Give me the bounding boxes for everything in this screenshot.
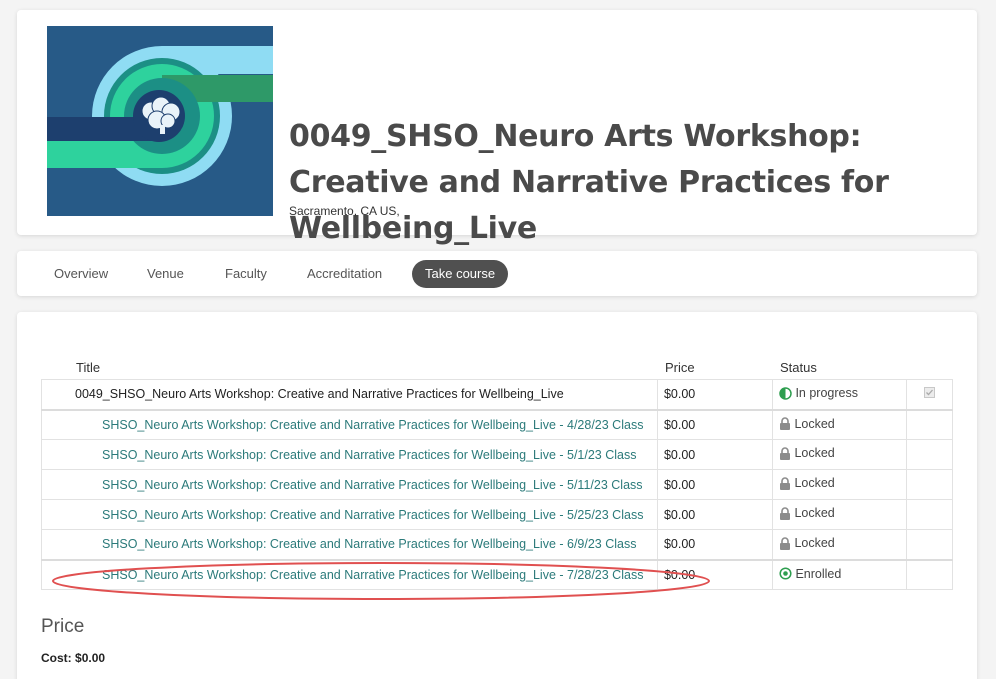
table-row: SHSO_Neuro Arts Workshop: Creative and N… xyxy=(41,409,953,440)
tab-accreditation[interactable]: Accreditation xyxy=(294,260,395,288)
tab-faculty[interactable]: Faculty xyxy=(212,260,280,288)
status-label: Locked xyxy=(794,506,835,521)
table-row: SHSO_Neuro Arts Workshop: Creative and N… xyxy=(41,469,953,500)
lock-icon xyxy=(780,536,791,550)
table-row: SHSO_Neuro Arts Workshop: Creative and N… xyxy=(41,558,953,590)
class-price: $0.00 xyxy=(656,558,774,590)
status-label: Locked xyxy=(794,446,835,461)
lock-icon xyxy=(780,447,791,460)
class-link[interactable]: SHSO_Neuro Arts Workshop: Creative and N… xyxy=(102,478,643,492)
column-header-status: Status xyxy=(780,360,817,375)
status-label: Locked xyxy=(794,416,835,431)
cost-label: Cost: xyxy=(41,651,72,665)
lock-icon xyxy=(780,507,791,520)
cost-value: $0.00 xyxy=(75,651,106,665)
checkbox-icon xyxy=(924,387,936,399)
class-price: $0.00 xyxy=(656,469,774,500)
table-row: SHSO_Neuro Arts Workshop: Creative and N… xyxy=(41,499,953,530)
course-tabs: Overview Venue Faculty Accreditation Tak… xyxy=(17,251,977,296)
course-header: 0049_SHSO_Neuro Arts Workshop: Creative … xyxy=(17,10,977,246)
lock-icon xyxy=(780,417,791,430)
table-row-parent: 0049_SHSO_Neuro Arts Workshop: Creative … xyxy=(41,379,953,411)
class-price: $0.00 xyxy=(656,529,774,560)
class-price: $0.00 xyxy=(656,499,774,530)
class-price: $0.00 xyxy=(656,409,774,440)
course-title: 0049_SHSO_Neuro Arts Workshop: Creative … xyxy=(289,119,889,246)
parent-course-status: In progress xyxy=(772,379,908,411)
price-heading: Price xyxy=(41,616,85,637)
parent-course-title: 0049_SHSO_Neuro Arts Workshop: Creative … xyxy=(41,379,658,411)
take-course-panel: Title Price Status 0049_SHSO_Neuro Arts … xyxy=(17,312,977,679)
status-label: Enrolled xyxy=(795,566,842,581)
lock-icon xyxy=(780,477,791,490)
status-label: In progress xyxy=(795,386,858,400)
tab-venue[interactable]: Venue xyxy=(134,260,197,288)
class-link[interactable]: SHSO_Neuro Arts Workshop: Creative and N… xyxy=(102,508,643,522)
completion-checkbox-cell xyxy=(906,379,953,411)
status-label: Locked xyxy=(794,536,835,550)
course-location: Sacramento, CA US, xyxy=(289,204,400,218)
column-header-title: Title xyxy=(76,360,101,375)
parent-course-price: $0.00 xyxy=(656,379,774,411)
cost-line: Cost: $0.00 xyxy=(41,651,105,665)
table-row: SHSO_Neuro Arts Workshop: Creative and N… xyxy=(41,529,953,560)
status-label: Locked xyxy=(794,476,835,491)
class-link[interactable]: SHSO_Neuro Arts Workshop: Creative and N… xyxy=(102,448,637,462)
class-price: $0.00 xyxy=(656,439,774,470)
class-link[interactable]: SHSO_Neuro Arts Workshop: Creative and N… xyxy=(102,418,643,432)
tab-overview[interactable]: Overview xyxy=(41,260,121,288)
tab-take-course[interactable]: Take course xyxy=(412,260,509,288)
class-link[interactable]: SHSO_Neuro Arts Workshop: Creative and N… xyxy=(102,537,637,551)
table-row: SHSO_Neuro Arts Workshop: Creative and N… xyxy=(41,439,953,470)
column-header-price: Price xyxy=(665,360,695,375)
course-thumbnail xyxy=(47,26,273,216)
course-table: 0049_SHSO_Neuro Arts Workshop: Creative … xyxy=(41,379,953,590)
enrolled-icon xyxy=(779,567,792,580)
in-progress-icon xyxy=(779,386,793,400)
class-link[interactable]: SHSO_Neuro Arts Workshop: Creative and N… xyxy=(102,568,643,582)
